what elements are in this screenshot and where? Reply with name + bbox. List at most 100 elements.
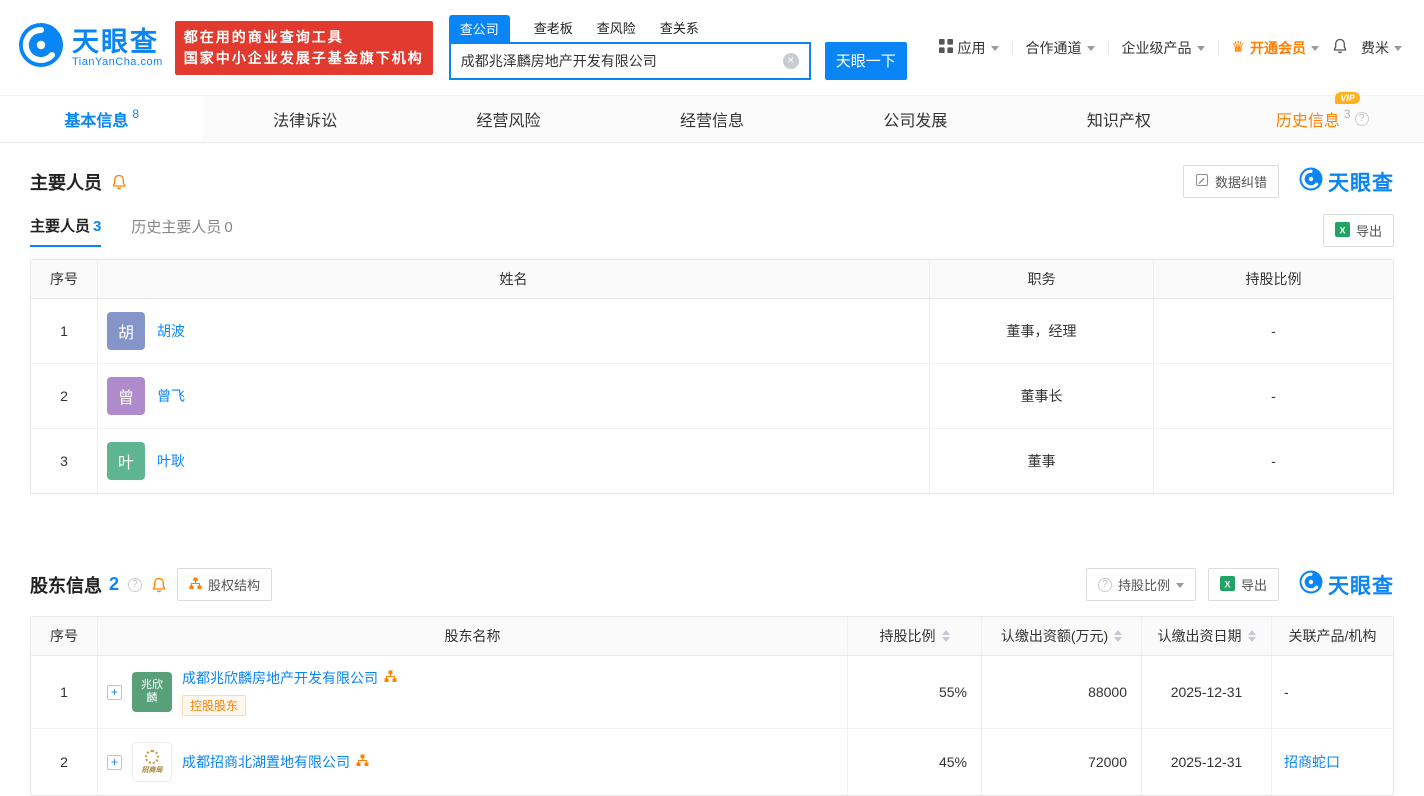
search-area: 查公司 查老板 查风险 查关系 天眼一下 xyxy=(448,14,907,80)
help-icon[interactable] xyxy=(128,577,143,592)
search-box xyxy=(448,41,811,80)
tianyancha-swirl-icon xyxy=(1299,570,1323,599)
col-header-no: 序号 xyxy=(50,271,78,287)
col-header-ratio-sort[interactable]: 持股比例 xyxy=(847,617,981,655)
excel-icon: X xyxy=(1334,221,1350,240)
search-tabs: 查公司 查老板 查风险 查关系 xyxy=(448,14,907,42)
search-button[interactable]: 天眼一下 xyxy=(824,41,907,80)
search-tab-relation[interactable]: 查关系 xyxy=(660,18,699,42)
col-header-shareholder-name: 股东名称 xyxy=(97,617,847,655)
subscribed-date: 2025-12-31 xyxy=(1141,656,1271,728)
member-name-link[interactable]: 胡波 xyxy=(157,321,185,341)
top-navigation: 应用 合作通道 企业级产品 开通会员 费米 xyxy=(938,38,1424,58)
tab-history-info[interactable]: 历史信息 VIP 3 xyxy=(1221,92,1424,142)
tianyancha-watermark: 天眼查 xyxy=(1299,570,1394,600)
avatar: 曾 xyxy=(107,377,145,415)
tab-basic-info[interactable]: 基本信息 8 xyxy=(0,96,204,142)
help-icon[interactable] xyxy=(1354,112,1369,126)
nav-open-vip[interactable]: 开通会员 xyxy=(1232,38,1319,58)
section-title-shareholders: 股东信息 xyxy=(30,575,102,596)
member-position: 董事长 xyxy=(929,364,1153,428)
nav-cooperation[interactable]: 合作通道 xyxy=(1026,38,1095,58)
promo-banner: 都在用的商业查询工具 国家中小企业发展子基金旗下机构 xyxy=(174,20,433,75)
shareholder-ratio: 45% xyxy=(847,729,981,795)
table-row: 2 招商局 成都招商北湖置地有限公司 45% 72000 xyxy=(31,729,1393,795)
shareholder-name-link[interactable]: 成都招商北湖置地有限公司 xyxy=(182,752,350,772)
search-tab-risk[interactable]: 查风险 xyxy=(597,18,636,42)
expand-button[interactable] xyxy=(107,684,122,700)
chevron-down-icon xyxy=(1311,46,1319,51)
nav-notifications[interactable] xyxy=(1332,38,1348,57)
tab-operating-risk[interactable]: 经营风险 xyxy=(407,96,610,142)
avatar: 胡 xyxy=(107,312,145,350)
vip-badge: VIP xyxy=(1335,92,1360,104)
apps-grid-icon xyxy=(938,39,953,56)
shareholders-section: 股东信息 2 股权结构 持股比例 X xyxy=(30,568,1394,796)
member-position: 董事，经理 xyxy=(929,299,1153,363)
shareholders-count: 2 xyxy=(109,574,120,594)
tab-company-development[interactable]: 公司发展 xyxy=(814,96,1017,142)
table-row: 3 叶 叶耿 董事 - xyxy=(31,429,1393,493)
controlling-shareholder-tag: 控股股东 xyxy=(182,695,247,716)
ratio-filter-dropdown[interactable]: 持股比例 xyxy=(1085,568,1196,601)
clear-search-icon[interactable] xyxy=(782,52,799,69)
sort-icon xyxy=(1247,630,1256,642)
subscribe-bell-icon[interactable] xyxy=(151,577,167,593)
tianyancha-swirl-icon xyxy=(18,22,64,73)
search-tab-boss[interactable]: 查老板 xyxy=(534,18,573,42)
col-header-ratio: 持股比例 xyxy=(1153,260,1393,298)
org-chart-icon xyxy=(189,577,202,593)
export-button[interactable]: X 导出 xyxy=(1207,568,1279,601)
search-input[interactable] xyxy=(460,52,783,69)
tianyancha-logo[interactable]: 天眼查 TianYanCha.com xyxy=(18,22,163,73)
related-product: - xyxy=(1271,656,1393,728)
col-header-date-sort[interactable]: 认缴出资日期 xyxy=(1141,617,1271,655)
promo-banner-line2: 国家中小企业发展子基金旗下机构 xyxy=(183,49,424,66)
data-correction-button[interactable]: 数据纠错 xyxy=(1182,165,1279,198)
subscribe-bell-icon[interactable] xyxy=(111,174,127,190)
subtab-history-members[interactable]: 历史主要人员 0 xyxy=(131,216,232,247)
nav-apps[interactable]: 应用 xyxy=(938,38,999,58)
nav-enterprise-products[interactable]: 企业级产品 xyxy=(1122,38,1205,58)
members-table: 序号 姓名 职务 持股比例 1 胡 胡波 董事，经理 - 2 曾 曾飞 董事长 … xyxy=(30,259,1394,494)
equity-structure-mini-icon[interactable] xyxy=(356,754,369,770)
divider xyxy=(1107,40,1109,55)
shareholder-name-link[interactable]: 成都兆欣麟房地产开发有限公司 xyxy=(182,668,378,688)
tab-operating-info[interactable]: 经营信息 xyxy=(610,96,813,142)
equity-structure-mini-icon[interactable] xyxy=(384,670,397,686)
col-header-amount-sort[interactable]: 认缴出资额(万元) xyxy=(981,617,1141,655)
company-tab-bar: 基本信息 8 法律诉讼 经营风险 经营信息 公司发展 知识产权 历史信息 VIP … xyxy=(0,92,1424,143)
related-product-link[interactable]: 招商蛇口 xyxy=(1284,752,1340,772)
subtab-current-members[interactable]: 主要人员 3 xyxy=(30,215,102,247)
equity-structure-button[interactable]: 股权结构 xyxy=(177,568,273,601)
tab-legal[interactable]: 法律诉讼 xyxy=(203,96,406,142)
tab-intellectual-property[interactable]: 知识产权 xyxy=(1017,96,1220,142)
member-name-link[interactable]: 叶耿 xyxy=(157,451,185,471)
col-header-name: 姓名 xyxy=(97,260,929,298)
members-table-header: 序号 姓名 职务 持股比例 xyxy=(31,260,1393,299)
subscribed-amount: 88000 xyxy=(981,656,1141,728)
shareholder-ratio: 55% xyxy=(847,656,981,728)
table-row: 1 胡 胡波 董事，经理 - xyxy=(31,299,1393,364)
row-no: 2 xyxy=(60,388,68,404)
nav-user-account[interactable]: 费米 xyxy=(1361,38,1402,58)
member-ratio: - xyxy=(1153,299,1393,363)
company-emblem-icon xyxy=(145,749,159,764)
key-members-section: 主要人员 数据纠错 天眼查 主要人员 3 历史主要人员 0 X 导出 序号 姓名… xyxy=(30,165,1394,494)
table-row: 1 兆欣 麟 成都兆欣麟房地产开发有限公司 控股 xyxy=(31,656,1393,729)
avatar: 叶 xyxy=(107,442,145,480)
search-tab-company[interactable]: 查公司 xyxy=(448,14,510,42)
main-content: 主要人员 数据纠错 天眼查 主要人员 3 历史主要人员 0 X 导出 序号 姓名… xyxy=(0,165,1424,796)
tianyancha-swirl-icon xyxy=(1299,167,1323,196)
chevron-down-icon xyxy=(1394,46,1402,51)
row-no: 3 xyxy=(60,453,68,469)
export-button[interactable]: X 导出 xyxy=(1322,214,1394,247)
chevron-down-icon xyxy=(990,46,999,51)
expand-button[interactable] xyxy=(107,754,122,770)
top-header: 天眼查 TianYanCha.com 都在用的商业查询工具 国家中小企业发展子基… xyxy=(0,0,1424,95)
member-name-link[interactable]: 曾飞 xyxy=(157,386,185,406)
divider xyxy=(1217,40,1219,55)
chevron-down-icon xyxy=(1175,583,1184,588)
subscribed-date: 2025-12-31 xyxy=(1141,729,1271,795)
tianyancha-watermark: 天眼查 xyxy=(1299,167,1394,197)
